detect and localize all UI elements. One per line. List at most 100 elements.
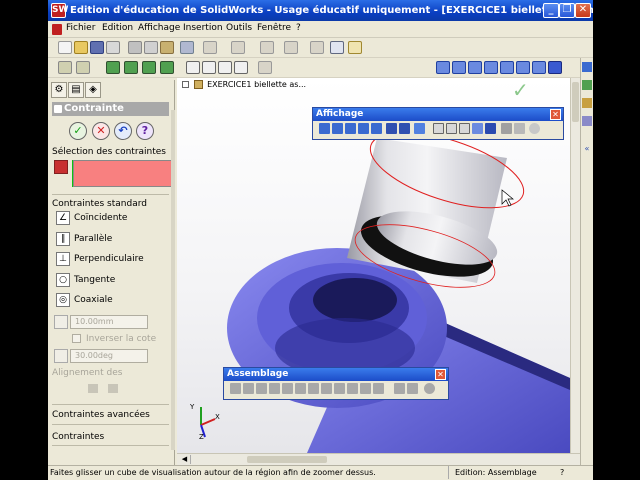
reverse-dimension-checkbox[interactable]: [72, 334, 81, 343]
distance-mate-icon[interactable]: [54, 315, 68, 329]
filter-faces-icon[interactable]: [106, 61, 120, 74]
view-palette-icon[interactable]: [582, 116, 592, 126]
vertical-scroll-thumb[interactable]: [572, 82, 579, 122]
assemblage-close-icon[interactable]: ✕: [435, 369, 446, 380]
view-normal-icon[interactable]: [548, 61, 562, 74]
mate-perpendicular[interactable]: ⊥ Perpendiculaire: [54, 251, 169, 269]
close-button[interactable]: ✕: [575, 3, 591, 18]
solidworks-app-icon[interactable]: SW: [51, 3, 68, 18]
edit-component-icon[interactable]: [310, 41, 324, 54]
design-library-icon[interactable]: [582, 80, 592, 90]
smart-fasteners-icon[interactable]: [295, 383, 306, 394]
filter-edges-icon[interactable]: [76, 61, 90, 74]
hidden-lines-visible-icon[interactable]: [446, 123, 457, 134]
component-pattern-icon[interactable]: [407, 383, 418, 394]
sketch-icon[interactable]: [186, 61, 200, 74]
pan-icon[interactable]: [399, 123, 410, 134]
exploded-view-icon[interactable]: [360, 383, 371, 394]
align-anti-aligned-icon[interactable]: [108, 384, 118, 393]
open-icon[interactable]: [74, 41, 88, 54]
solidworks-resources-icon[interactable]: [582, 62, 592, 72]
assemblage-toolbar-titlebar[interactable]: Assemblage ✕: [224, 368, 448, 381]
hide-show-component-icon[interactable]: [243, 383, 254, 394]
shadows-icon[interactable]: [501, 123, 512, 134]
zoom-fit-icon[interactable]: [319, 123, 330, 134]
interference-detection-icon[interactable]: [347, 383, 358, 394]
assembly-features-icon[interactable]: [394, 383, 405, 394]
menu-edition[interactable]: Edition: [102, 23, 133, 33]
menu-fichier[interactable]: Fichier: [66, 23, 95, 33]
file-explorer-icon[interactable]: [582, 98, 592, 108]
filter-icon[interactable]: [58, 61, 72, 74]
move-component-icon[interactable]: [321, 383, 332, 394]
zoom-area-icon[interactable]: [332, 123, 343, 134]
affichage-toolbar-titlebar[interactable]: Affichage ✕: [313, 108, 563, 121]
horizontal-scroll-thumb[interactable]: [247, 456, 327, 463]
document-menu-icon[interactable]: [52, 24, 62, 35]
zoom-icon[interactable]: [371, 123, 382, 134]
filter-vertex-icon[interactable]: [124, 61, 138, 74]
property-manager-scrollbar[interactable]: [171, 110, 175, 450]
menu-outils[interactable]: Outils: [226, 23, 252, 33]
view-top-icon[interactable]: [500, 61, 514, 74]
smart-dimension-icon[interactable]: [258, 61, 272, 74]
new-icon[interactable]: [58, 41, 72, 54]
filter-axis-icon[interactable]: [160, 61, 174, 74]
advanced-mates-label[interactable]: Contraintes avancées: [52, 410, 169, 420]
view-back-icon[interactable]: [452, 61, 466, 74]
change-suppression-icon[interactable]: [256, 383, 267, 394]
hidden-lines-removed-icon[interactable]: [459, 123, 470, 134]
undo-button[interactable]: ↶: [114, 122, 132, 140]
angle-field[interactable]: 30.00deg: [70, 349, 148, 363]
measure-icon[interactable]: [180, 41, 194, 54]
shaded-icon[interactable]: [485, 123, 496, 134]
affichage-close-icon[interactable]: ✕: [550, 109, 561, 120]
insert-component-icon[interactable]: [230, 383, 241, 394]
minimize-button[interactable]: _: [543, 3, 559, 18]
menu-fenetre[interactable]: Fenêtre: [257, 23, 291, 33]
sketch-plane-icon[interactable]: [202, 61, 216, 74]
cut-icon[interactable]: [128, 41, 142, 54]
align-aligned-icon[interactable]: [88, 384, 98, 393]
redo-icon[interactable]: [231, 41, 245, 54]
property-manager-tab-icon[interactable]: ▤: [68, 82, 84, 98]
mates-label[interactable]: Contraintes: [52, 432, 169, 442]
mate-icon[interactable]: [308, 383, 319, 394]
view-right-icon[interactable]: [484, 61, 498, 74]
configuration-tab-icon[interactable]: ◈: [85, 82, 101, 98]
select-icon[interactable]: [330, 41, 344, 54]
sketch-arc-icon[interactable]: [234, 61, 248, 74]
distance-field[interactable]: 10.00mm: [70, 315, 148, 329]
mate-parallel[interactable]: ∥ Parallèle: [54, 231, 169, 249]
help-button[interactable]: ?: [136, 122, 154, 140]
menu-affichage[interactable]: Affichage: [138, 23, 180, 33]
explode-line-sketch-icon[interactable]: [373, 383, 384, 394]
mate-tangent[interactable]: ○ Tangente: [54, 272, 169, 290]
ok-button[interactable]: ✓: [69, 122, 87, 140]
feature-tree-tab-icon[interactable]: ⚙: [51, 82, 67, 98]
menu-insertion[interactable]: Insertion: [183, 23, 223, 33]
mate-coaxial[interactable]: ◎ Coaxiale: [54, 292, 169, 310]
section-view-icon[interactable]: [514, 123, 525, 134]
menu-help[interactable]: ?: [296, 23, 301, 33]
edit-component-icon[interactable]: [269, 383, 280, 394]
options-icon[interactable]: [284, 41, 298, 54]
scroll-left-icon[interactable]: ◀: [179, 455, 191, 464]
restore-button[interactable]: ❐: [559, 3, 575, 18]
save-icon[interactable]: [90, 41, 104, 54]
zoom-in-out-icon[interactable]: [345, 123, 356, 134]
status-help[interactable]: ?: [560, 466, 564, 479]
view-front-icon[interactable]: [436, 61, 450, 74]
title-bar[interactable]: SW Edition d'éducation de SolidWorks - U…: [48, 0, 593, 21]
shaded-edges-icon[interactable]: [472, 123, 483, 134]
view-left-icon[interactable]: [468, 61, 482, 74]
print-icon[interactable]: [106, 41, 120, 54]
rebuild-icon[interactable]: [260, 41, 274, 54]
assemblage-toolbar[interactable]: Assemblage ✕: [223, 367, 449, 400]
vertical-scrollbar[interactable]: [570, 78, 580, 453]
realview-icon[interactable]: [529, 123, 540, 134]
view-bottom-icon[interactable]: [516, 61, 530, 74]
help-icon[interactable]: [348, 41, 362, 54]
angle-mate-icon[interactable]: [54, 349, 68, 363]
wireframe-icon[interactable]: [433, 123, 444, 134]
